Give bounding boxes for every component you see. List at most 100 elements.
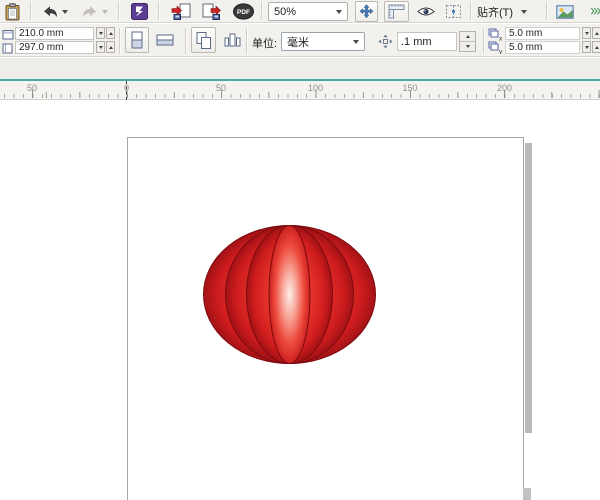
chevron-down-icon <box>336 9 342 14</box>
triangle-up-icon <box>108 45 113 49</box>
separator <box>119 28 120 54</box>
lantern-segment-center <box>268 225 311 364</box>
nudge-offset-icon <box>377 33 393 49</box>
ruler-major-ticks <box>0 90 600 98</box>
portrait-icon <box>131 31 143 49</box>
zoom-level-value: 50% <box>274 5 297 18</box>
spin-up-button[interactable] <box>106 41 115 53</box>
duplicate-x-field[interactable]: 5.0 mm <box>505 27 580 40</box>
duplicate-y-spinner <box>582 41 600 53</box>
chevron-down-icon <box>61 10 68 14</box>
separator <box>261 2 262 20</box>
pdf-icon: PDF <box>232 3 254 20</box>
publish-pdf-button[interactable]: PDF <box>232 2 254 21</box>
paper-width-spinner <box>96 27 116 39</box>
spin-up-button[interactable] <box>106 27 115 39</box>
redo-dropdown[interactable] <box>100 8 109 16</box>
page-shadow-fragment <box>523 488 531 500</box>
triangle-up-icon <box>108 31 113 35</box>
triangle-down-icon <box>98 31 103 35</box>
triangle-up-icon <box>594 45 599 49</box>
nudge-offset-value: .1 mm <box>401 35 432 48</box>
nudge-offset-field[interactable]: .1 mm <box>397 32 457 51</box>
spin-up-button[interactable] <box>592 27 600 39</box>
guidelines-icon <box>446 5 461 18</box>
separator <box>118 2 119 20</box>
all-pages-icon <box>196 32 211 49</box>
separator <box>158 2 159 20</box>
spin-up-button[interactable] <box>460 32 475 41</box>
undo-dropdown[interactable] <box>60 8 69 16</box>
coreldraw-window: PDF 50% 贴齐(T) 210.0 mm 297.0 mm 单位: 毫米 .… <box>0 0 600 500</box>
separator <box>470 2 471 20</box>
drawing-canvas[interactable] <box>0 100 600 500</box>
chevron-down-icon <box>353 39 359 44</box>
chevron-down-icon <box>521 9 528 14</box>
all-pages-button[interactable] <box>191 27 216 53</box>
triangle-up-icon <box>594 31 599 35</box>
chevron-down-icon <box>101 10 108 14</box>
portrait-button[interactable] <box>125 27 149 53</box>
paper-height-field[interactable]: 297.0 mm <box>15 41 94 54</box>
page-shadow <box>525 143 532 433</box>
duplicate-y-field[interactable]: 5.0 mm <box>505 41 580 54</box>
fullscreen-preview-icon <box>359 4 374 19</box>
undo-button[interactable] <box>40 2 59 21</box>
export-button[interactable] <box>201 2 223 21</box>
nudge-spinner <box>459 31 476 52</box>
import-icon <box>171 3 191 20</box>
show-guidelines-button[interactable] <box>441 1 466 22</box>
spin-down-button[interactable] <box>582 27 591 39</box>
duplicate-x-icon: x <box>488 28 503 41</box>
separator <box>30 2 31 20</box>
import-button[interactable] <box>170 2 192 21</box>
snap-to-dropdown[interactable]: 贴齐(T) <box>477 2 539 21</box>
grid-eye-icon <box>416 7 435 16</box>
export-icon <box>202 3 221 20</box>
ruler-accent-line <box>0 79 600 81</box>
undo-icon <box>43 5 57 17</box>
paper-height-spinner <box>96 41 116 53</box>
landscape-button[interactable] <box>153 27 177 53</box>
toolbar-gap-strip <box>0 58 600 79</box>
duplicate-y-sub: y <box>499 49 503 55</box>
horizontal-ruler[interactable]: 50 0 50 100 150 200 <box>0 79 600 100</box>
separator <box>246 28 247 54</box>
clipped-icon <box>590 7 600 15</box>
spin-down-button[interactable] <box>582 41 591 53</box>
spin-up-button[interactable] <box>592 41 600 53</box>
landscape-icon <box>156 34 174 46</box>
rulers-icon <box>388 4 405 19</box>
redo-button[interactable] <box>80 2 99 21</box>
separator <box>483 28 484 54</box>
spin-down-button[interactable] <box>96 41 105 53</box>
paper-width-icon <box>2 28 14 40</box>
spin-down-button[interactable] <box>460 41 475 50</box>
triangle-down-icon <box>98 45 103 49</box>
spin-down-button[interactable] <box>96 27 105 39</box>
units-label: 单位: <box>252 38 278 50</box>
fullscreen-preview-button[interactable] <box>355 1 378 22</box>
zoom-level-combobox[interactable]: 50% <box>268 2 348 21</box>
units-value: 毫米 <box>287 36 309 49</box>
triangle-down-icon <box>584 45 589 49</box>
paper-width-field[interactable]: 210.0 mm <box>15 27 94 40</box>
show-rulers-button[interactable] <box>384 1 409 22</box>
clipped-toolbar-button[interactable] <box>590 2 600 21</box>
options-icon <box>556 4 574 19</box>
ruler-cursor-indicator <box>126 81 127 100</box>
snap-to-label: 贴齐(T) <box>477 6 514 19</box>
paste-icon <box>5 2 20 20</box>
show-grid-button[interactable] <box>413 1 438 22</box>
units-combobox[interactable]: 毫米 <box>281 32 365 51</box>
current-page-button[interactable] <box>220 27 245 53</box>
duplicate-x-value: 5.0 mm <box>509 28 543 39</box>
search-content-button[interactable] <box>130 2 149 21</box>
separator <box>546 2 547 20</box>
options-button[interactable] <box>555 2 575 21</box>
paper-height-icon <box>2 42 14 54</box>
paste-button[interactable] <box>4 2 22 21</box>
property-bar: 210.0 mm 297.0 mm 单位: 毫米 .1 mm x 5.0 mm … <box>0 24 600 57</box>
red-lantern-artwork[interactable] <box>202 224 377 365</box>
triangle-up-icon <box>465 35 470 38</box>
